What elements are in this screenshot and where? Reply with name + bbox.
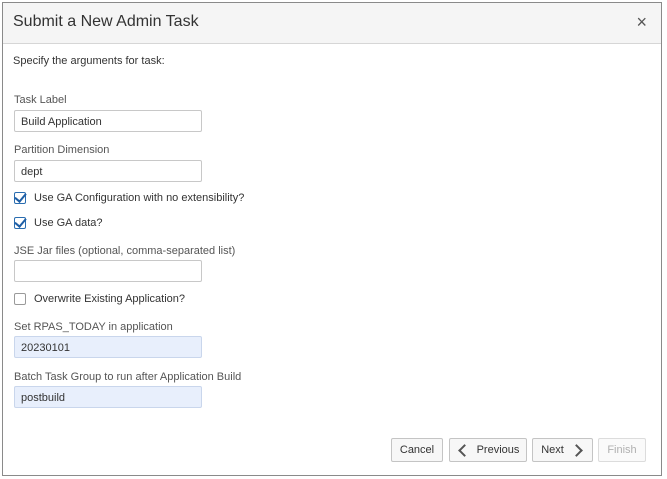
finish-button: Finish: [598, 438, 646, 462]
previous-button[interactable]: Previous: [449, 438, 527, 462]
overwrite-app-label: Overwrite Existing Application?: [34, 293, 186, 305]
use-ga-data-row[interactable]: Use GA data?: [14, 215, 103, 231]
use-ga-config-label: Use GA Configuration with no extensibili…: [34, 192, 245, 204]
jse-jar-files-label: JSE Jar files (optional, comma-separated…: [14, 245, 236, 257]
rpas-today-label: Set RPAS_TODAY in application: [14, 321, 173, 333]
partition-dimension-label: Partition Dimension: [14, 144, 110, 156]
checkmark-icon: [14, 215, 27, 228]
overwrite-app-row[interactable]: Overwrite Existing Application?: [14, 291, 185, 307]
checkmark-icon: [14, 190, 27, 203]
partition-dimension-input[interactable]: dept: [14, 160, 202, 182]
batch-task-group-input[interactable]: postbuild: [14, 386, 202, 408]
use-ga-data-checkbox[interactable]: [14, 215, 27, 229]
use-ga-config-row[interactable]: Use GA Configuration with no extensibili…: [14, 190, 244, 206]
chevron-left-icon: [457, 443, 471, 457]
cancel-button-label: Cancel: [399, 444, 435, 456]
use-ga-config-checkbox[interactable]: [14, 190, 27, 204]
instructions-text: Specify the arguments for task:: [13, 55, 165, 67]
next-button[interactable]: Next: [532, 438, 593, 462]
jse-jar-files-input[interactable]: [14, 260, 202, 282]
dialog-body: Specify the arguments for task: Task Lab…: [13, 44, 651, 475]
batch-task-group-label: Batch Task Group to run after Applicatio…: [14, 371, 242, 383]
close-icon[interactable]: ×: [636, 12, 647, 32]
next-button-label: Next: [541, 444, 564, 456]
chevron-right-icon: [569, 443, 583, 457]
dialog-header: Submit a New Admin Task ×: [3, 3, 661, 44]
dialog-title: Submit a New Admin Task: [13, 13, 199, 30]
previous-button-label: Previous: [476, 444, 520, 456]
admin-task-dialog: Submit a New Admin Task × Specify the ar…: [2, 2, 662, 476]
task-label-label: Task Label: [14, 94, 67, 106]
task-label-input[interactable]: Build Application: [14, 110, 202, 132]
rpas-today-input[interactable]: 20230101: [14, 336, 202, 358]
cancel-button[interactable]: Cancel: [391, 438, 443, 462]
overwrite-app-checkbox[interactable]: [14, 293, 26, 305]
use-ga-data-label: Use GA data?: [34, 217, 103, 229]
finish-button-label: Finish: [607, 444, 637, 456]
